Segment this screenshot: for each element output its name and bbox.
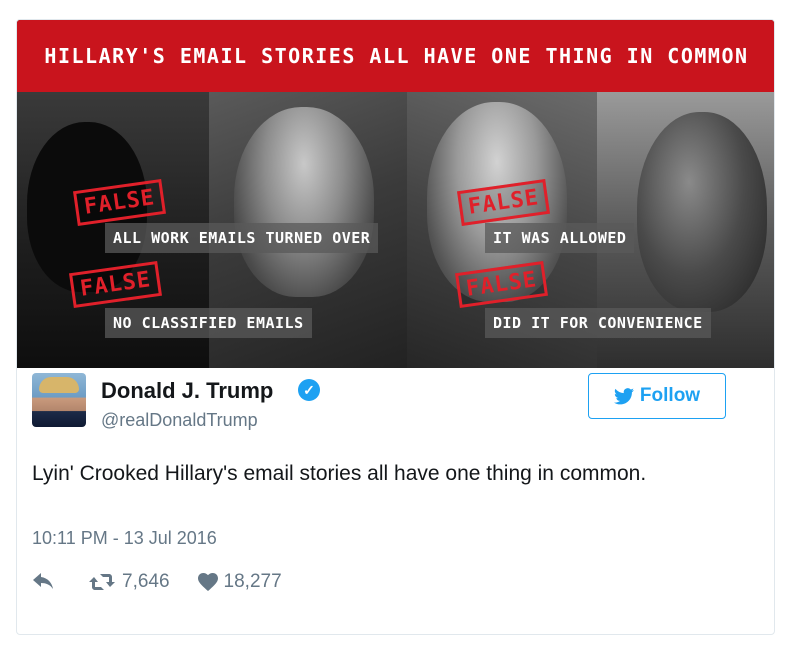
claim-caption: DID IT FOR CONVENIENCE xyxy=(485,308,711,338)
avatar[interactable] xyxy=(32,373,86,427)
claim-caption: ALL WORK EMAILS TURNED OVER xyxy=(105,223,379,253)
tweet-text: Lyin' Crooked Hillary's email stories al… xyxy=(32,462,647,485)
claim-caption: NO CLASSIFIED EMAILS xyxy=(105,308,312,338)
tweet-timestamp[interactable]: 10:11 PM - 13 Jul 2016 xyxy=(32,528,217,549)
tweet-actions: 7,646 18,277 xyxy=(32,570,310,594)
claim-caption: IT WAS ALLOWED xyxy=(485,223,635,253)
banner-title: HILLARY'S EMAIL STORIES ALL HAVE ONE THI… xyxy=(44,44,749,68)
author-handle[interactable]: @realDonaldTrump xyxy=(101,410,258,431)
like-button[interactable]: 18,277 xyxy=(197,571,282,593)
tweet-image[interactable]: HILLARY'S EMAIL STORIES ALL HAVE ONE THI… xyxy=(17,20,774,368)
retweet-icon xyxy=(89,574,115,590)
verified-badge-icon: ✓ xyxy=(298,379,320,401)
author-name[interactable]: Donald J. Trump xyxy=(101,378,273,404)
follow-label: Follow xyxy=(639,385,701,406)
retweet-count: 7,646 xyxy=(122,571,170,592)
like-count: 18,277 xyxy=(223,571,282,592)
retweet-button[interactable]: 7,646 xyxy=(88,571,170,593)
reply-button[interactable] xyxy=(32,573,60,591)
heart-icon xyxy=(197,573,218,591)
twitter-bird-icon xyxy=(613,387,634,404)
reply-icon xyxy=(33,573,53,589)
follow-button[interactable]: Follow xyxy=(588,373,726,419)
image-banner: HILLARY'S EMAIL STORIES ALL HAVE ONE THI… xyxy=(17,20,774,92)
